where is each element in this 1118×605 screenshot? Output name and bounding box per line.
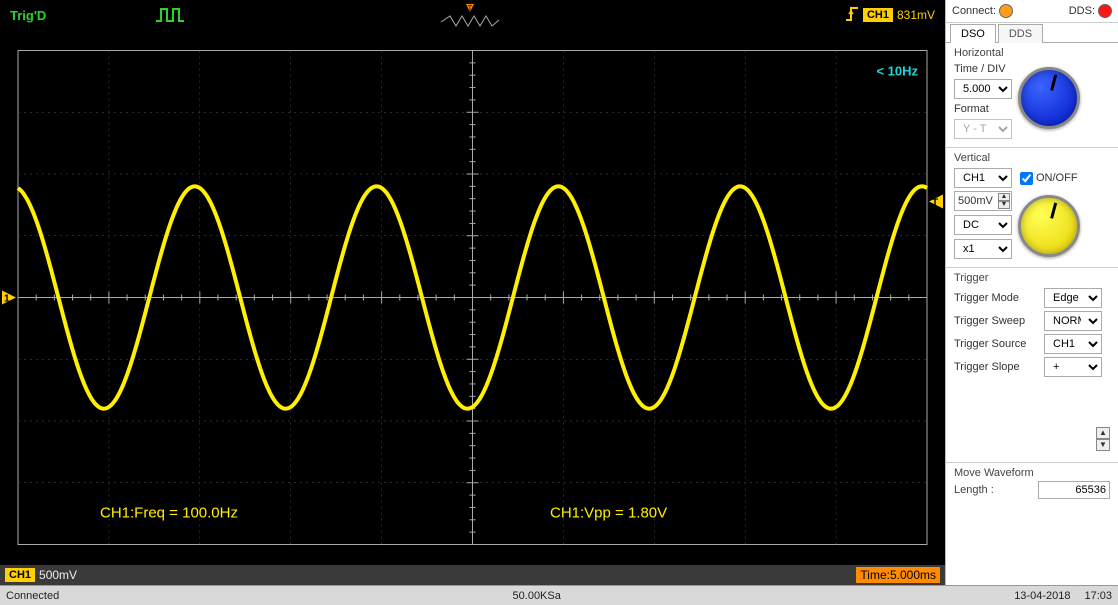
trigger-slope-select[interactable]: + <box>1044 357 1102 377</box>
channel-on-off-checkbox[interactable] <box>1020 172 1033 185</box>
trigger-mode-label: Trigger Mode <box>954 292 1044 304</box>
trigger-edge-icon <box>845 6 859 25</box>
channel-on-off[interactable]: ON/OFF <box>1020 172 1110 185</box>
connect-label: Connect: <box>952 5 996 17</box>
coupling-select[interactable]: DC <box>954 215 1012 235</box>
volt-div-down[interactable]: ▼ <box>998 201 1010 209</box>
trigger-level-marker: T <box>929 195 943 209</box>
time-div-select[interactable]: 5.000ms <box>954 79 1012 99</box>
volt-div-up[interactable]: ▲ <box>998 193 1010 201</box>
format-label: Format <box>954 103 1012 115</box>
horizontal-section: Horizontal Time / DIV 5.000ms Format Y -… <box>946 43 1118 148</box>
sample-rate: 50.00KSa <box>59 590 1014 602</box>
move-waveform-label: Move Waveform <box>946 463 1118 481</box>
scope-top-bar: Trig'D T CH1 831mV <box>0 0 945 30</box>
time-div-label: Time / DIV <box>954 63 1012 75</box>
pulse-icon <box>155 7 185 26</box>
channel1-zero-marker: 1 <box>2 291 16 305</box>
format-select[interactable]: Y - T <box>954 119 1012 139</box>
volt-div-spinner[interactable]: 500mV ▲▼ <box>954 191 1012 211</box>
scroll-down[interactable]: ▼ <box>1096 439 1110 451</box>
scope-bottom-bar: CH1 500mV Time:5.000ms <box>0 565 945 585</box>
trigger-status: Trig'D <box>10 8 46 23</box>
volts-per-div-readout: 500mV <box>39 568 77 582</box>
trigger-source-select[interactable]: CH1 <box>1044 334 1102 354</box>
svg-text:T: T <box>468 4 473 13</box>
trigger-sweep-label: Trigger Sweep <box>954 315 1044 327</box>
connection-status: Connected <box>6 590 59 602</box>
probe-select[interactable]: x1 <box>954 239 1012 259</box>
trigger-channel-chip: CH1 <box>863 8 893 22</box>
vertical-section: Vertical CH1 ON/OFF 500mV ▲▼ DC x1 <box>946 148 1118 268</box>
scope-graticule[interactable]: 1 T < 10Hz CH1:Freq = 100.0Hz CH1:Vpp = … <box>0 30 945 565</box>
control-panel: Connect: DDS: DSO DDS Horizontal Time / … <box>945 0 1118 585</box>
dds-label: DDS: <box>1069 5 1095 17</box>
channel-chip: CH1 <box>5 568 35 582</box>
trigger-level-value: 831mV <box>897 8 935 22</box>
channel-select[interactable]: CH1 <box>954 168 1012 188</box>
horizontal-title: Horizontal <box>954 47 1110 59</box>
vertical-position-knob[interactable] <box>1018 195 1080 257</box>
trigger-mode-select[interactable]: Edge <box>1044 288 1102 308</box>
length-field[interactable] <box>1038 481 1110 499</box>
length-label: Length : <box>954 484 994 496</box>
trigger-slope-label: Trigger Slope <box>954 361 1044 373</box>
mode-tabs: DSO DDS <box>946 23 1118 43</box>
trigger-section: Trigger Trigger Mode Edge Trigger Sweep … <box>946 268 1118 463</box>
bandwidth-label: < 10Hz <box>876 64 918 79</box>
timebase-readout: Time:5.000ms <box>856 567 940 583</box>
tab-dds[interactable]: DDS <box>998 24 1043 43</box>
trigger-sweep-select[interactable]: NORMAL <box>1044 311 1102 331</box>
scroll-up[interactable]: ▲ <box>1096 427 1110 439</box>
status-bar: Connected 50.00KSa 13-04-2018 17:03 <box>0 585 1118 605</box>
status-date: 13-04-2018 <box>1014 590 1070 602</box>
dds-status-dot <box>1098 4 1112 18</box>
trigger-source-label: Trigger Source <box>954 338 1044 350</box>
status-time: 17:03 <box>1084 590 1112 602</box>
oscilloscope-display: Trig'D T CH1 831mV <box>0 0 945 585</box>
vertical-title: Vertical <box>954 152 1110 164</box>
tab-dso[interactable]: DSO <box>950 24 996 43</box>
trigger-title: Trigger <box>954 272 1110 284</box>
readout-frequency: CH1:Freq = 100.0Hz <box>100 505 238 522</box>
svg-text:T: T <box>932 198 938 209</box>
horizontal-position-knob[interactable] <box>1018 67 1080 129</box>
connect-status-dot <box>999 4 1013 18</box>
trigger-position-marker-top: T <box>440 2 500 31</box>
svg-text:1: 1 <box>4 294 10 305</box>
readout-vpp: CH1:Vpp = 1.80V <box>550 505 667 522</box>
